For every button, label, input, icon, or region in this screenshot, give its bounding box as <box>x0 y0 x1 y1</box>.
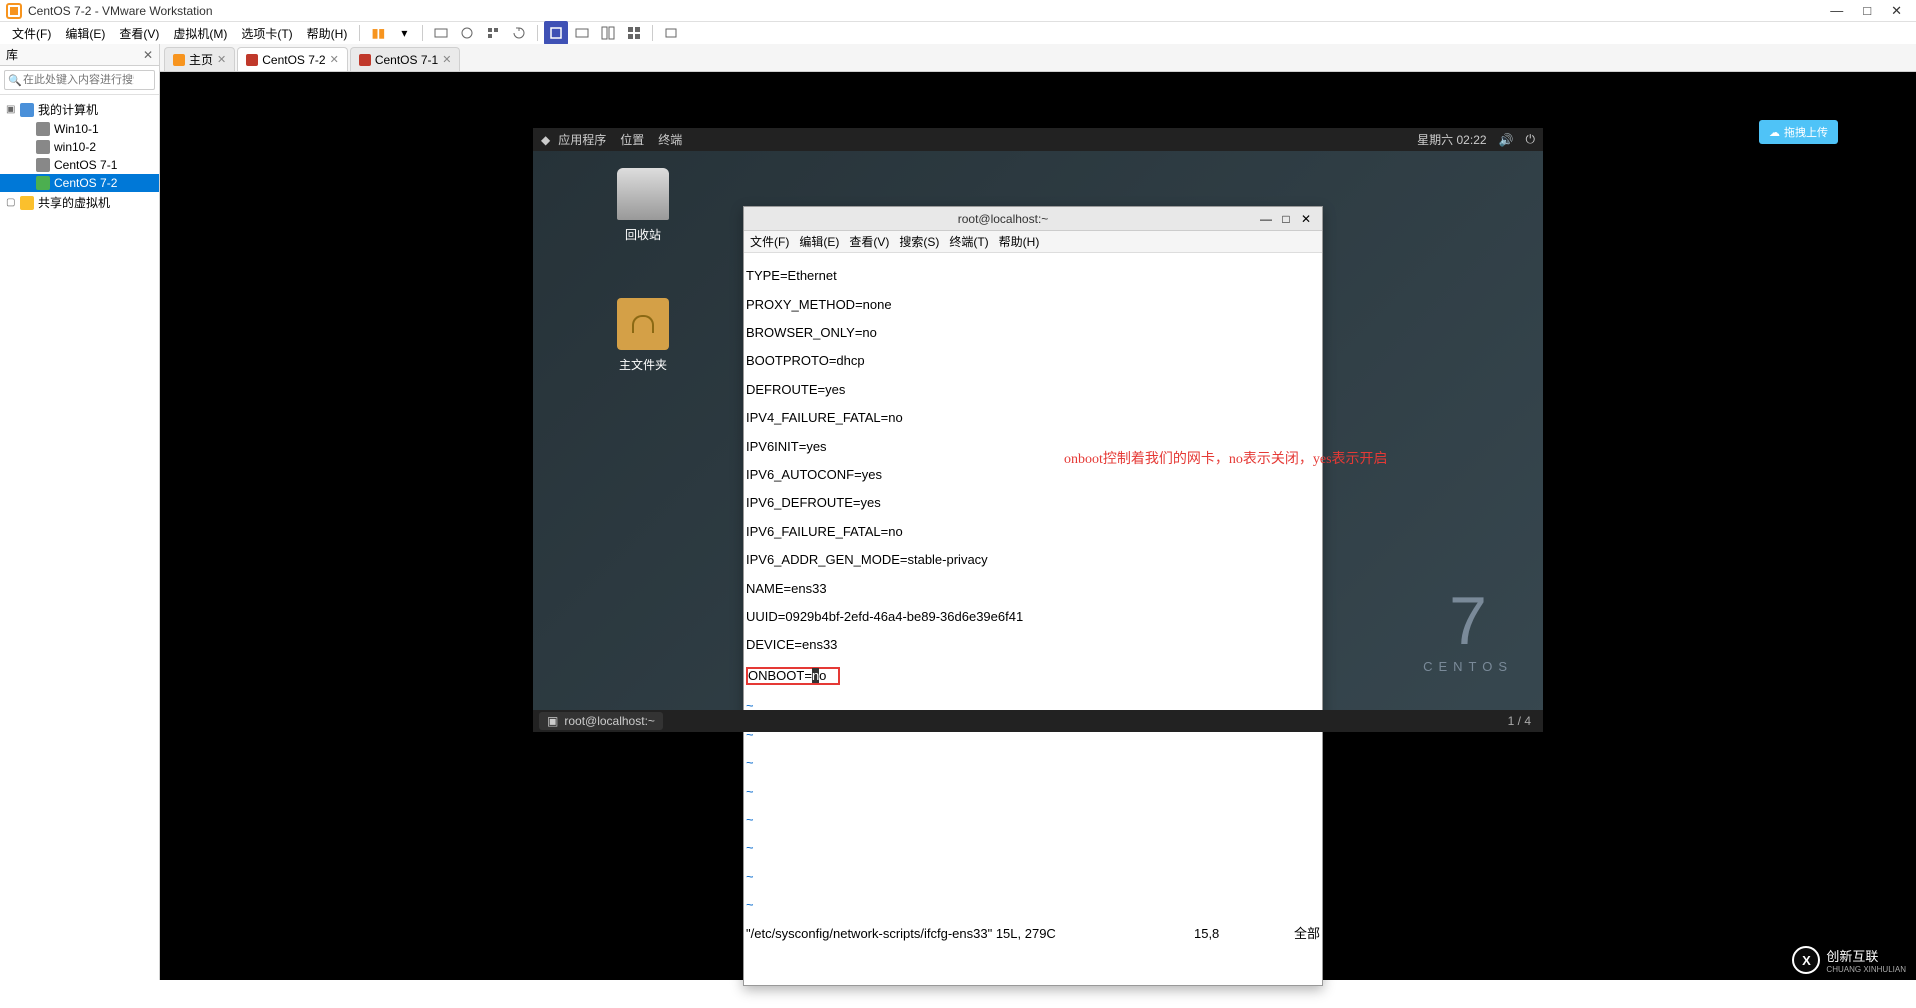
vm-icon <box>359 54 371 66</box>
send-ctrl-alt-del-button[interactable] <box>429 21 453 45</box>
terminal-menu-terminal[interactable]: 终端(T) <box>949 233 988 250</box>
tab-close-icon[interactable]: ✕ <box>330 53 339 66</box>
window-title: CentOS 7-2 - VMware Workstation <box>28 4 1830 18</box>
activities-icon: ◆ <box>541 133 550 147</box>
vm-console-viewport[interactable]: ☁ 拖拽上传 ◆ 应用程序 位置 终端 星期六 02:22 🔊 ⏻ <box>160 72 1916 980</box>
tab-close-icon[interactable]: ✕ <box>442 53 451 66</box>
home-icon <box>173 54 185 66</box>
terminal-text-area[interactable]: TYPE=Ethernet PROXY_METHOD=none BROWSER_… <box>744 253 1322 985</box>
unity-button[interactable] <box>570 21 594 45</box>
gnome-apps-menu[interactable]: 应用程序 <box>558 131 606 148</box>
window-title-bar: CentOS 7-2 - VMware Workstation — □ ✕ <box>0 0 1916 22</box>
main-menu-bar: 文件(F) 编辑(E) 查看(V) 虚拟机(M) 选项卡(T) 帮助(H) ▮▮… <box>0 22 1916 44</box>
terminal-title-bar[interactable]: root@localhost:~ — □ ✕ <box>744 207 1322 231</box>
snapshot-manager-button[interactable] <box>481 21 505 45</box>
power-pause-button[interactable]: ▮▮ <box>366 21 390 45</box>
power-icon[interactable]: ⏻ <box>1526 132 1536 147</box>
tree-shared-vms[interactable]: ▢ 共享的虚拟机 <box>0 192 159 213</box>
snapshot-button[interactable] <box>455 21 479 45</box>
maximize-button[interactable]: □ <box>1863 3 1871 19</box>
centos-wallpaper-logo: 7 CENTOS <box>1423 587 1513 674</box>
annotation-text: onboot控制着我们的网卡，no表示关闭，yes表示开启 <box>1064 453 1388 467</box>
vm-tree: ▣ 我的计算机 Win10-1 win10-2 CentOS 7-1 CentO… <box>0 95 159 217</box>
vi-status-position: 15,8 <box>1194 927 1294 941</box>
library-title: 库 <box>6 46 18 63</box>
home-folder-icon <box>617 298 669 350</box>
taskbar-terminal-app[interactable]: ▣ root@localhost:~ <box>539 712 663 730</box>
close-button[interactable]: ✕ <box>1891 3 1902 19</box>
tab-close-icon[interactable]: ✕ <box>217 53 226 66</box>
terminal-close-button[interactable]: ✕ <box>1296 212 1316 226</box>
tree-vm-centos-7-1[interactable]: CentOS 7-1 <box>0 156 159 174</box>
vmware-app-icon <box>6 3 22 19</box>
tab-home[interactable]: 主页 ✕ <box>164 47 235 71</box>
watermark: X 创新互联 CHUANG XINHULIAN <box>1792 946 1906 974</box>
gnome-clock[interactable]: 星期六 02:22 <box>1417 131 1486 148</box>
menu-help[interactable]: 帮助(H) <box>301 23 354 44</box>
tree-vm-win10-2[interactable]: win10-2 <box>0 138 159 156</box>
library-close-button[interactable]: ✕ <box>143 48 153 62</box>
fullscreen-button[interactable] <box>544 21 568 45</box>
console-view-button[interactable] <box>596 21 620 45</box>
workspace-indicator[interactable]: 1 / 4 <box>1502 714 1537 728</box>
watermark-icon: X <box>1792 946 1820 974</box>
onboot-highlight-box: ONBOOT=no <box>746 667 840 685</box>
terminal-menu-view[interactable]: 查看(V) <box>849 233 889 250</box>
tab-centos-7-1[interactable]: CentOS 7-1 ✕ <box>350 47 461 71</box>
home-folder-desktop-icon[interactable]: 主文件夹 <box>603 298 683 373</box>
vm-tabs: 主页 ✕ CentOS 7-2 ✕ CentOS 7-1 ✕ <box>160 44 1916 72</box>
terminal-taskbar-icon: ▣ <box>547 714 558 728</box>
vi-status-file: "/etc/sysconfig/network-scripts/ifcfg-en… <box>746 927 1194 941</box>
terminal-menu-file[interactable]: 文件(F) <box>750 233 789 250</box>
power-dropdown-button[interactable]: ▾ <box>392 21 416 45</box>
baiduyun-upload-button[interactable]: ☁ 拖拽上传 <box>1759 120 1838 144</box>
cloud-icon: ☁ <box>1769 126 1780 139</box>
vm-icon <box>246 54 258 66</box>
library-search-input[interactable] <box>4 70 155 90</box>
terminal-minimize-button[interactable]: — <box>1256 212 1276 226</box>
terminal-title: root@localhost:~ <box>750 212 1256 226</box>
menu-edit[interactable]: 编辑(E) <box>59 23 111 44</box>
tree-vm-centos-7-2[interactable]: CentOS 7-2 <box>0 174 159 192</box>
terminal-menu-edit[interactable]: 编辑(E) <box>799 233 839 250</box>
stretch-guest-button[interactable] <box>659 21 683 45</box>
guest-desktop[interactable]: ◆ 应用程序 位置 终端 星期六 02:22 🔊 ⏻ 回收站 <box>533 128 1543 732</box>
gnome-places-menu[interactable]: 位置 <box>620 131 644 148</box>
search-icon: 🔍 <box>8 74 22 87</box>
library-panel: 库 ✕ 🔍 ▣ 我的计算机 Win10-1 win10-2 CentOS 7-1 <box>0 44 160 980</box>
menu-tabs[interactable]: 选项卡(T) <box>235 23 298 44</box>
gnome-terminal-menu[interactable]: 终端 <box>658 131 682 148</box>
tree-my-computer[interactable]: ▣ 我的计算机 <box>0 99 159 120</box>
menu-view[interactable]: 查看(V) <box>113 23 165 44</box>
menu-vm[interactable]: 虚拟机(M) <box>167 23 233 44</box>
trash-icon <box>617 168 669 220</box>
terminal-window[interactable]: root@localhost:~ — □ ✕ 文件(F) 编辑(E) 查看(V)… <box>743 206 1323 986</box>
gnome-top-bar: ◆ 应用程序 位置 终端 星期六 02:22 🔊 ⏻ <box>533 128 1543 151</box>
trash-desktop-icon[interactable]: 回收站 <box>603 168 683 243</box>
terminal-menu-bar: 文件(F) 编辑(E) 查看(V) 搜索(S) 终端(T) 帮助(H) <box>744 231 1322 253</box>
tree-vm-win10-1[interactable]: Win10-1 <box>0 120 159 138</box>
menu-file[interactable]: 文件(F) <box>6 23 57 44</box>
terminal-maximize-button[interactable]: □ <box>1276 212 1296 226</box>
minimize-button[interactable]: — <box>1830 3 1843 19</box>
tab-centos-7-2[interactable]: CentOS 7-2 ✕ <box>237 47 348 71</box>
thumbnail-view-button[interactable] <box>622 21 646 45</box>
volume-icon[interactable]: 🔊 <box>1499 133 1514 147</box>
terminal-menu-help[interactable]: 帮助(H) <box>999 233 1040 250</box>
gnome-taskbar: ▣ root@localhost:~ 1 / 4 <box>533 710 1543 732</box>
vi-status-scroll: 全部 <box>1294 927 1320 941</box>
terminal-menu-search[interactable]: 搜索(S) <box>899 233 939 250</box>
revert-snapshot-button[interactable] <box>507 21 531 45</box>
